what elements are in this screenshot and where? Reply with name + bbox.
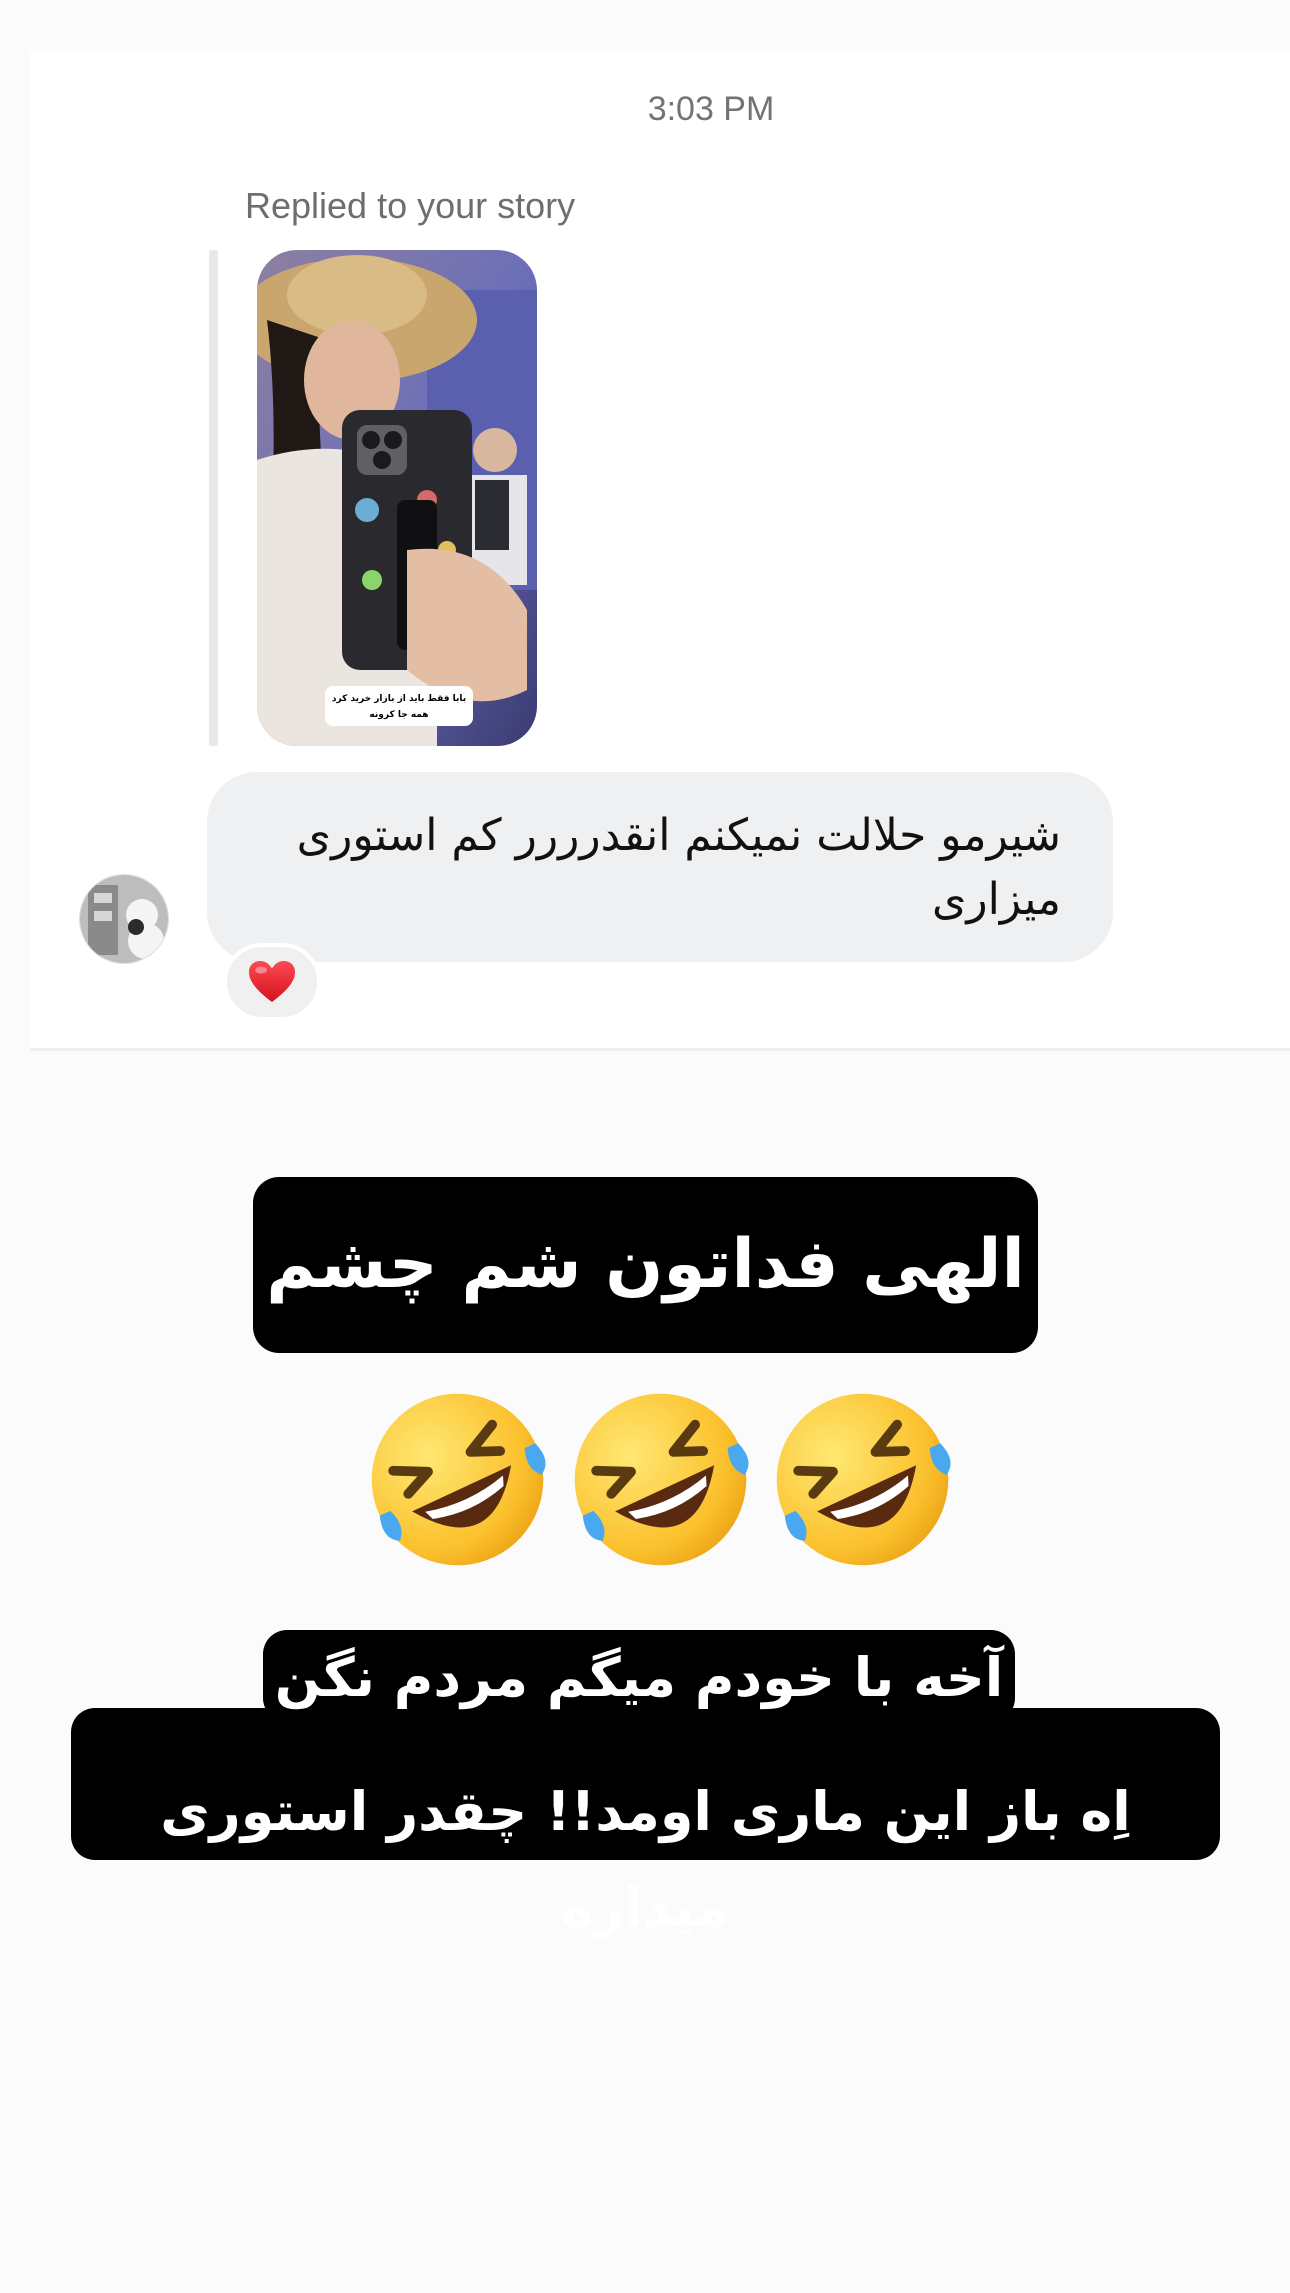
rolling-on-floor-laughing-emoji <box>371 1393 546 1566</box>
replied-to-story-label: Replied to your story <box>245 185 576 226</box>
message-timestamp: 3:03 PM <box>647 90 775 128</box>
sender-avatar[interactable] <box>79 874 169 964</box>
story-thumbnail[interactable]: بابا فقط باید از بازار خرید کرد همه جا ک… <box>257 250 537 746</box>
laughing-emoji-row <box>360 1382 960 1577</box>
story-text-2-line1: آخه با خودم میگم مردم نگن <box>263 1630 1015 1722</box>
dm-screenshot: 3:03 PM Replied to your story بابا فقط ب… <box>30 52 1290 1051</box>
story-photo: بابا فقط باید از بازار خرید کرد همه جا ک… <box>257 250 537 746</box>
rolling-on-floor-laughing-emoji <box>776 1393 951 1566</box>
avatar-photo <box>80 875 168 963</box>
story-text-2-line2: اِه باز این ماری اومد!! چقدر استوری میذا… <box>160 1780 1131 1939</box>
story-screen: 3:03 PM Replied to your story بابا فقط ب… <box>0 0 1290 2293</box>
story-caption-line1: بابا فقط باید از بازار خرید کرد <box>332 694 466 704</box>
rolling-on-floor-laughing-emoji <box>574 1393 749 1566</box>
message-text: شیرمو حلالت نمیکنم انقدرررر کم استوری می… <box>296 810 1061 925</box>
message-bubble[interactable]: شیرمو حلالت نمیکنم انقدرررر کم استوری می… <box>207 772 1113 962</box>
reply-quote-bar <box>209 250 218 746</box>
story-text-1: الهی فداتون شم چشم <box>253 1177 1038 1353</box>
message-reaction[interactable] <box>223 943 321 1021</box>
red-heart-icon <box>249 961 295 1002</box>
story-caption-line2: همه جا کرونه <box>369 710 428 720</box>
story-text-2-line2-box: اِه باز این ماری اومد!! چقدر استوری میذا… <box>71 1708 1220 1939</box>
